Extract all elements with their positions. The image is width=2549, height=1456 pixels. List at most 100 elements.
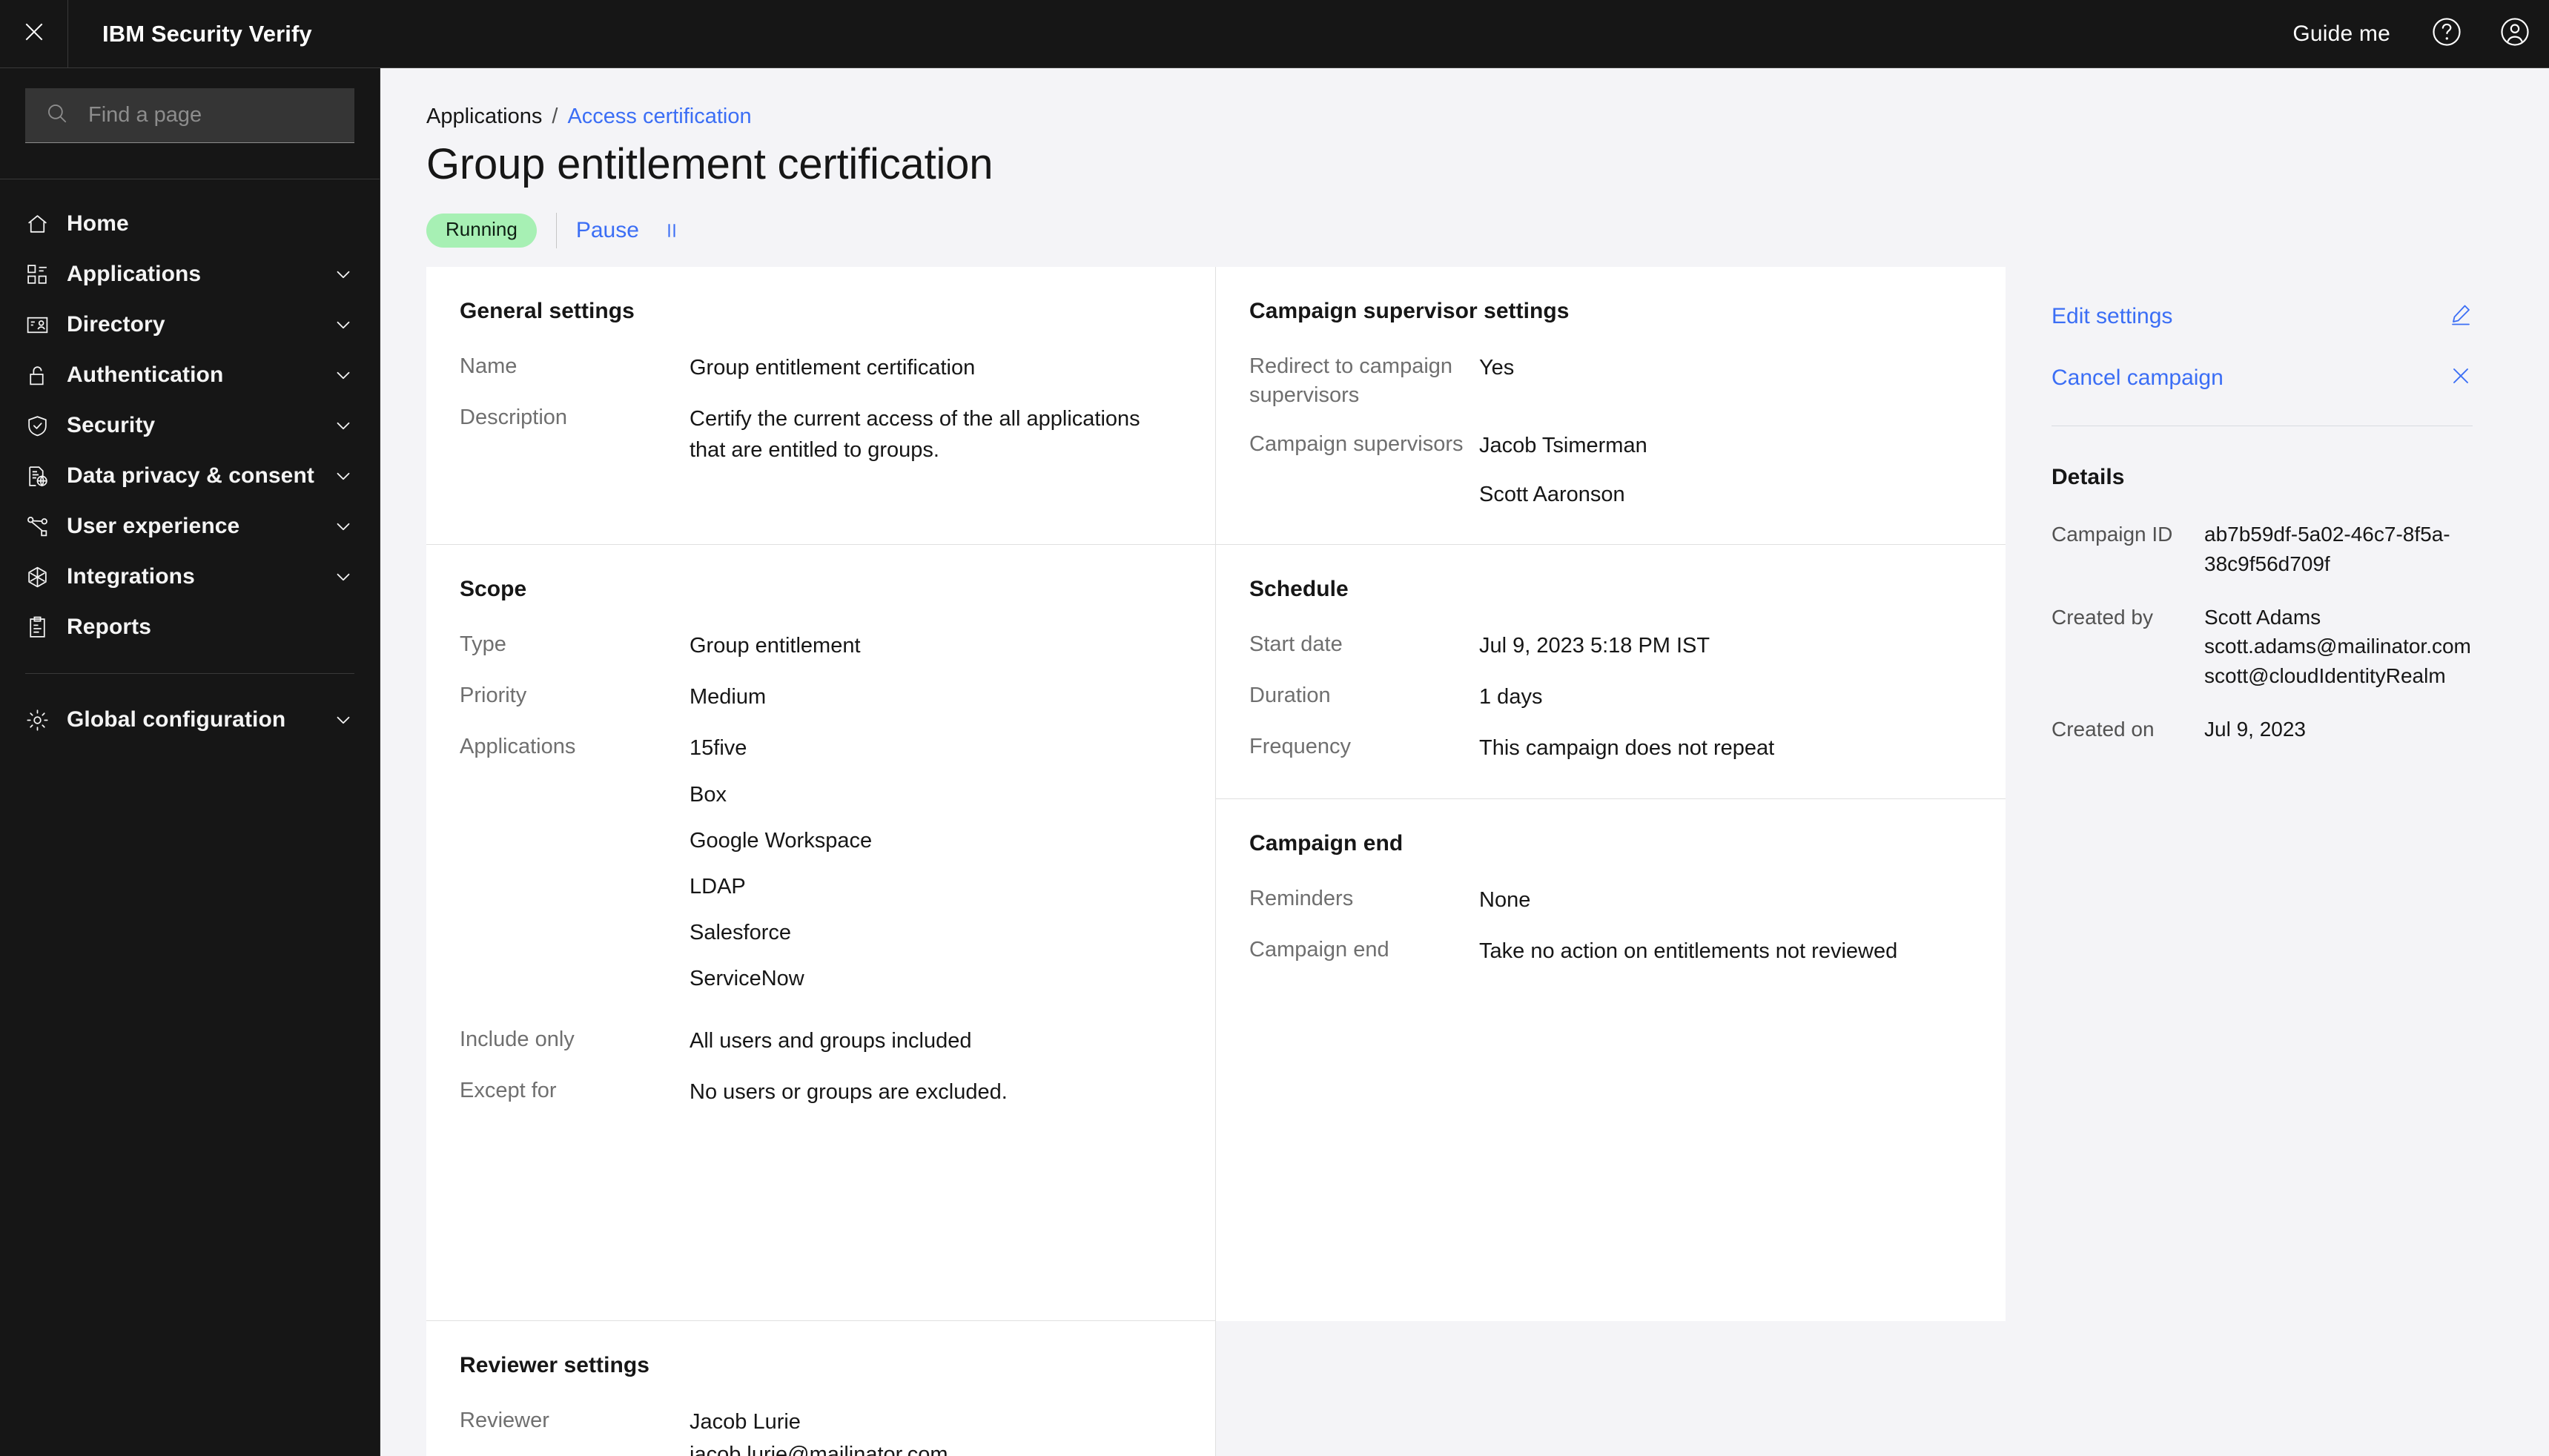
id-card-icon	[25, 313, 67, 337]
shield-check-icon	[25, 414, 67, 438]
campaign-end-card: Campaign end Reminders None Campaign end…	[1216, 799, 2006, 1322]
sidebar-item-global-configuration[interactable]: Global configuration	[0, 695, 380, 745]
application-item: Google Workspace	[690, 828, 873, 853]
breadcrumb-current[interactable]: Access certification	[567, 105, 751, 129]
sidebar-item-security[interactable]: Security	[0, 400, 380, 451]
card-title: Reviewer settings	[460, 1353, 649, 1378]
field-value: Certify the current access of the all ap…	[690, 407, 1140, 463]
details-title: Details	[2052, 465, 2125, 489]
cancel-campaign-button[interactable]: Cancel campaign	[2052, 364, 2473, 391]
clipboard-icon	[25, 615, 67, 640]
pencil-icon	[2449, 302, 2473, 330]
field-duration: Duration 1 days	[1249, 681, 1972, 712]
card-title: Campaign end	[1249, 831, 1404, 856]
chevron-down-icon[interactable]	[332, 465, 354, 487]
chevron-down-icon[interactable]	[332, 709, 354, 731]
side-rail: Edit settings Cancel campaign Details Ca…	[2006, 267, 2525, 768]
application-item: ServiceNow	[690, 966, 804, 990]
breadcrumb-parent[interactable]: Applications	[426, 105, 542, 129]
sidebar-item-user-experience[interactable]: User experience	[0, 501, 380, 552]
field-value: Jacob Lurie jacob.lurie@mailinator.com j…	[690, 1406, 1182, 1456]
sidebar-search[interactable]	[25, 88, 368, 143]
pause-icon[interactable]	[661, 220, 682, 241]
field-label: Reminders	[1249, 887, 1354, 911]
reviewer-email: jacob.lurie@mailinator.com	[690, 1443, 948, 1456]
help-button[interactable]	[2413, 0, 2481, 67]
document-globe-icon	[25, 464, 67, 489]
chevron-down-icon[interactable]	[332, 566, 354, 588]
field-label: Start date	[1249, 632, 1343, 657]
field-label: Priority	[460, 684, 527, 708]
app-header: IBM Security Verify Guide me	[0, 0, 2549, 68]
field-value: Jacob Tsimerman Scott Aaronson	[1479, 430, 1972, 510]
detail-campaign-id: Campaign ID ab7b59df-5a02-46c7-8f5a-38c9…	[2052, 520, 2473, 579]
card-title: General settings	[460, 299, 635, 323]
field-redirect-to-supervisors: Redirect to campaign supervisors Yes	[1249, 352, 1972, 410]
field-name: Name Group entitlement certification	[460, 352, 1182, 383]
field-label: Name	[460, 354, 518, 378]
campaign-supervisor-settings-card: Campaign supervisor settings Redirect to…	[1216, 267, 2006, 546]
account-button[interactable]	[2481, 0, 2549, 67]
field-label: Except for	[460, 1078, 557, 1102]
sidebar-item-label: Directory	[67, 312, 165, 337]
application-item: Box	[690, 782, 727, 807]
scope-card: Scope Type Group entitlement Priority Me…	[426, 545, 1216, 1322]
created-by-email: scott.adams@mailinator.com	[2204, 635, 2471, 658]
sidebar-item-integrations[interactable]: Integrations	[0, 552, 380, 602]
sidebar-item-label: User experience	[67, 514, 240, 538]
field-value: Take no action on entitlements not revie…	[1479, 939, 1898, 964]
close-icon	[20, 18, 48, 50]
sidebar-item-reports[interactable]: Reports	[0, 602, 380, 652]
field-label: Frequency	[1249, 735, 1352, 759]
sidebar-item-data-privacy[interactable]: Data privacy & consent	[0, 451, 380, 501]
card-title: Scope	[460, 577, 527, 602]
field-label: Campaign supervisors	[1249, 432, 1464, 457]
detail-value: Jul 9, 2023	[2204, 717, 2306, 741]
card-title: Campaign supervisor settings	[1249, 299, 1570, 323]
header-actions: Guide me	[2270, 0, 2549, 67]
general-settings-card: General settings Name Group entitlement …	[426, 267, 1216, 546]
user-avatar-icon	[2498, 15, 2532, 53]
field-campaign-supervisors: Campaign supervisors Jacob Tsimerman Sco…	[1249, 430, 1972, 510]
flow-nodes-icon	[25, 514, 67, 539]
hexagon-x-icon	[25, 565, 67, 589]
application-item: Salesforce	[690, 920, 792, 944]
chevron-down-icon[interactable]	[332, 364, 354, 386]
cancel-campaign-label: Cancel campaign	[2052, 365, 2224, 390]
pause-button[interactable]: Pause	[576, 218, 639, 243]
field-priority: Priority Medium	[460, 681, 1182, 712]
field-value: None	[1479, 888, 1531, 913]
sidebar-item-label: Security	[67, 413, 156, 437]
detail-created-by: Created by Scott Adams scott.adams@maili…	[2052, 603, 2473, 691]
edit-settings-button[interactable]: Edit settings	[2052, 302, 2473, 330]
sidebar-divider	[25, 673, 354, 674]
field-value: 15five Box Google Workspace LDAP Salesfo…	[690, 732, 1182, 993]
sidebar-item-directory[interactable]: Directory	[0, 300, 380, 350]
sidebar-item-label: Applications	[67, 262, 202, 286]
field-label: Type	[460, 632, 506, 657]
close-button[interactable]	[0, 0, 68, 67]
chevron-down-icon[interactable]	[332, 414, 354, 437]
field-value: Yes	[1479, 356, 1515, 380]
field-label: Reviewer	[460, 1409, 549, 1433]
field-include-only: Include only All users and groups includ…	[460, 1025, 1182, 1056]
search-icon	[25, 101, 70, 130]
search-input[interactable]	[70, 103, 368, 128]
sidebar-item-authentication[interactable]: Authentication	[0, 350, 380, 400]
page-header: Applications / Access certification Grou…	[380, 68, 2549, 248]
guide-me-button[interactable]: Guide me	[2270, 21, 2413, 47]
chevron-down-icon[interactable]	[332, 515, 354, 537]
chevron-down-icon[interactable]	[332, 263, 354, 285]
reviewer-settings-card: Reviewer settings Reviewer Jacob Lurie j…	[426, 1321, 1216, 1456]
field-value: Medium	[690, 685, 767, 709]
sidebar-item-applications[interactable]: Applications	[0, 249, 380, 300]
field-frequency: Frequency This campaign does not repeat	[1249, 732, 1972, 764]
field-campaign-end: Campaign end Take no action on entitleme…	[1249, 936, 1972, 967]
created-by-name: Scott Adams	[2204, 605, 2321, 629]
field-value: No users or groups are excluded.	[690, 1079, 1008, 1104]
sidebar: Home Applications	[0, 68, 380, 1456]
chevron-down-icon[interactable]	[332, 314, 354, 336]
field-reviewer: Reviewer Jacob Lurie jacob.lurie@mailina…	[460, 1406, 1182, 1456]
sidebar-item-label: Authentication	[67, 363, 224, 387]
sidebar-item-home[interactable]: Home	[0, 199, 380, 249]
